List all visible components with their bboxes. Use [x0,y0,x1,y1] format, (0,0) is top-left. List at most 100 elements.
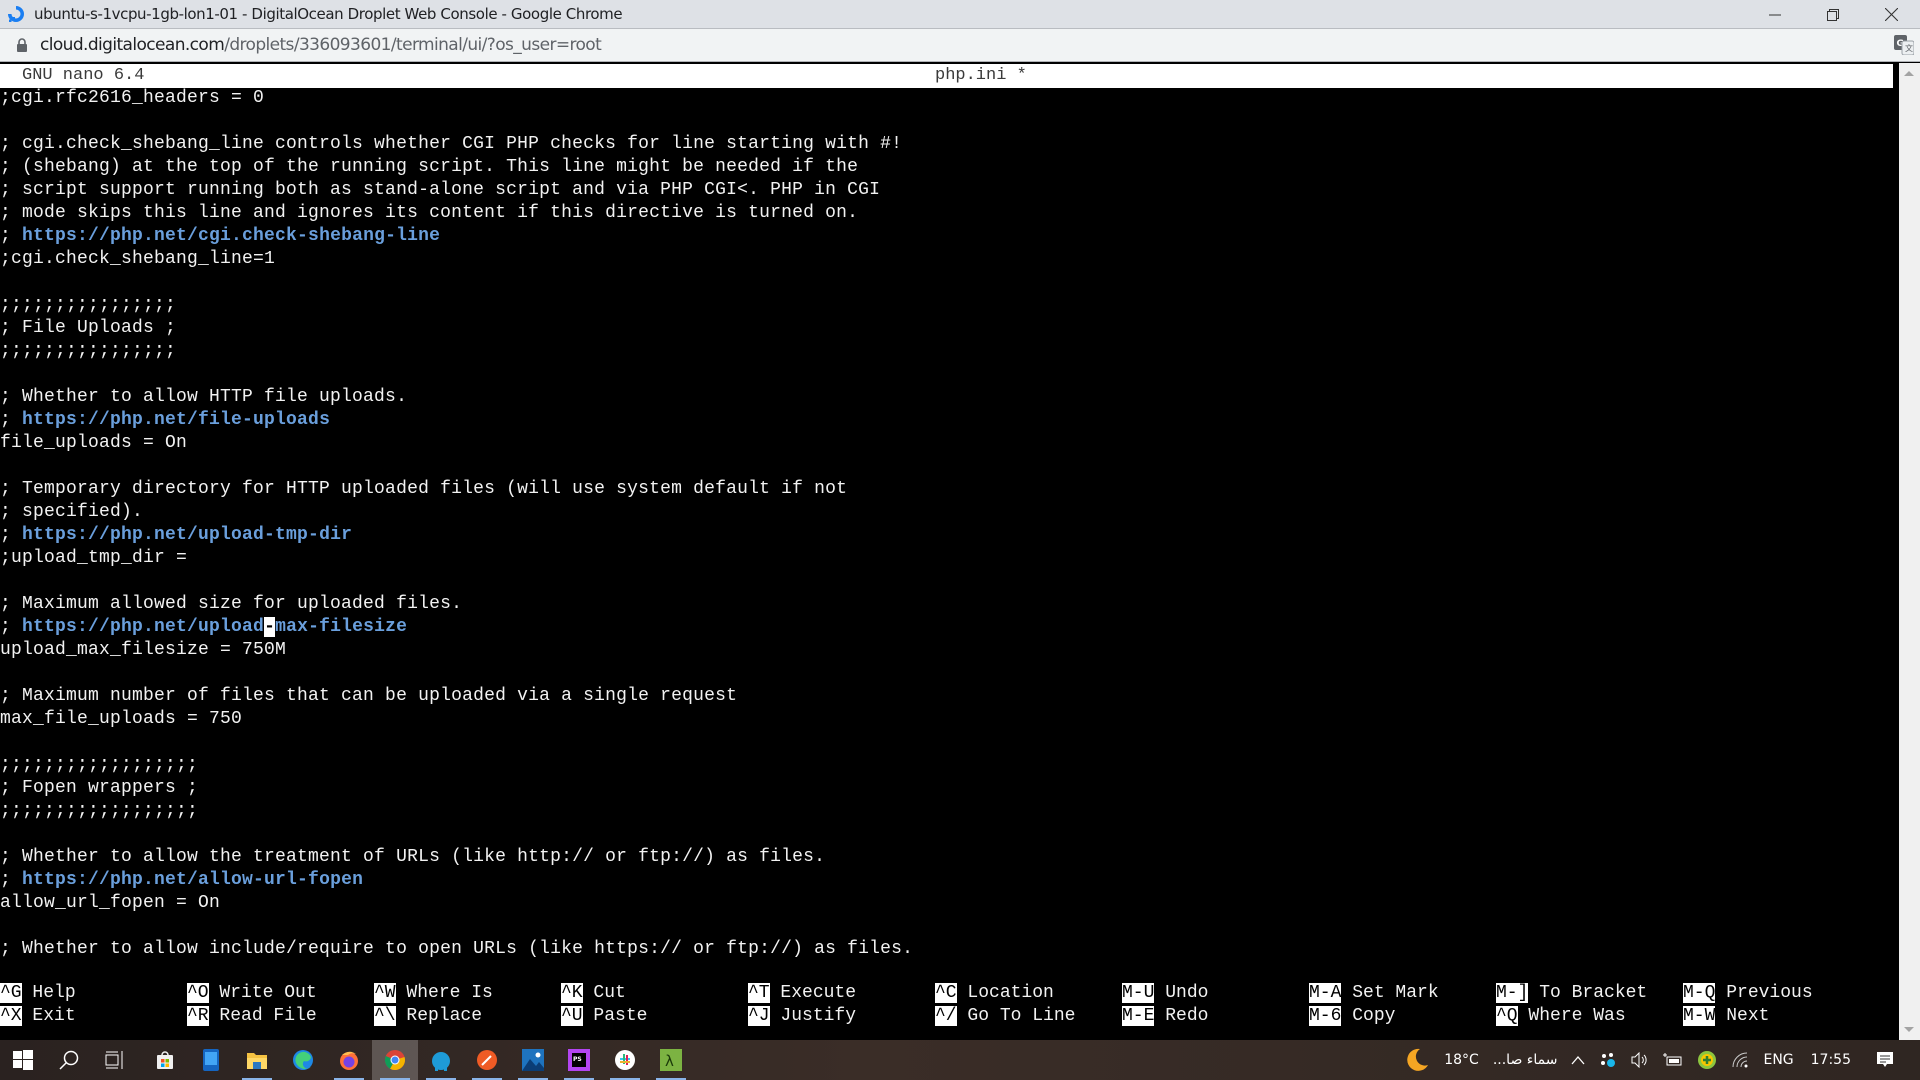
buffer-line[interactable]: ; Whether to allow HTTP file uploads. [0,386,1893,409]
doc-link[interactable]: https://php.net/upload-max-filesize [22,617,407,637]
buffer-line[interactable]: allow_url_fopen = On [0,892,1893,915]
buffer-line[interactable]: ; File Uploads ; [0,317,1893,340]
translate-icon[interactable]: G文 [1894,35,1915,56]
notification-center-icon[interactable] [1876,1051,1894,1069]
buffer-line[interactable]: ; Whether to allow include/require to op… [0,938,1893,961]
shortcut-item[interactable]: ^Q Where Was [1496,1005,1626,1028]
editor-buffer[interactable]: ;cgi.rfc2616_headers = 0 ; cgi.check_sheb… [0,87,1893,961]
shortcut-item[interactable]: ^X Exit [0,1005,76,1028]
close-button[interactable] [1862,0,1920,29]
buffer-line[interactable]: ;;;;;;;;;;;;;;;;;; [0,754,1893,777]
scroll-down-arrow-icon[interactable] [1904,1027,1914,1032]
buffer-line[interactable] [0,662,1893,685]
buffer-line[interactable]: ; Temporary directory for HTTP uploaded … [0,478,1893,501]
file-explorer-icon[interactable] [234,1040,280,1080]
scroll-up-arrow-icon[interactable] [1904,71,1914,76]
buffer-line[interactable] [0,731,1893,754]
tablet-app-icon[interactable] [188,1040,234,1080]
edge-icon[interactable] [280,1040,326,1080]
update-agent-icon[interactable] [1697,1050,1717,1070]
slack-icon[interactable] [602,1040,648,1080]
shortcut-item[interactable]: M-] To Bracket [1496,982,1647,1005]
weather-moon-icon[interactable] [1404,1047,1430,1073]
lambda-app-icon[interactable]: λ [648,1040,694,1080]
buffer-line[interactable]: ; https://php.net/cgi.check-shebang-line [0,225,1893,248]
buffer-line[interactable]: ;;;;;;;;;;;;;;;;;; [0,800,1893,823]
buffer-line[interactable]: ; Whether to allow the treatment of URLs… [0,846,1893,869]
mysql-workbench-icon[interactable] [418,1040,464,1080]
buffer-line[interactable]: ;;;;;;;;;;;;;;;; [0,340,1893,363]
shortcut-item[interactable]: ^W Where Is [374,982,493,1005]
vertical-scrollbar[interactable] [1899,63,1920,1040]
buffer-line[interactable]: ;cgi.rfc2616_headers = 0 [0,87,1893,110]
buffer-line[interactable] [0,455,1893,478]
task-view-icon[interactable] [92,1040,138,1080]
doc-link[interactable]: https://php.net/upload-tmp-dir [22,525,352,545]
doc-link[interactable]: https://php.net/allow-url-fopen [22,870,363,890]
lock-icon[interactable] [16,38,28,52]
buffer-line[interactable]: upload_max_filesize = 750M [0,639,1893,662]
language-indicator[interactable]: ENG [1763,1052,1793,1068]
buffer-line[interactable] [0,915,1893,938]
buffer-line[interactable]: ; cgi.check_shebang_line controls whethe… [0,133,1893,156]
restore-button[interactable] [1804,0,1862,29]
microsoft-store-icon[interactable] [142,1040,188,1080]
buffer-line[interactable]: ; (shebang) at the top of the running sc… [0,156,1893,179]
show-hidden-icons-chevron-icon[interactable] [1571,1055,1585,1065]
photos-icon[interactable] [510,1040,556,1080]
phpstorm-icon[interactable]: PS [556,1040,602,1080]
shortcut-item[interactable]: M-A Set Mark [1309,982,1439,1005]
shortcut-item[interactable]: ^J Justify [748,1005,856,1028]
buffer-line[interactable] [0,570,1893,593]
search-icon[interactable] [46,1040,92,1080]
buffer-line[interactable]: ; Maximum allowed size for uploaded file… [0,593,1893,616]
clock[interactable]: 17:55 [1811,1052,1851,1068]
shortcut-item[interactable]: M-E Redo [1122,1005,1208,1028]
shortcut-item[interactable]: M-Q Previous [1683,982,1813,1005]
buffer-line[interactable]: ; mode skips this line and ignores its c… [0,202,1893,225]
buffer-line[interactable]: ;upload_tmp_dir = [0,547,1893,570]
shortcut-item[interactable]: M-U Undo [1122,982,1208,1005]
postman-icon[interactable] [464,1040,510,1080]
buffer-line[interactable]: max_file_uploads = 750 [0,708,1893,731]
shortcut-item[interactable]: ^U Paste [561,1005,647,1028]
terminal[interactable]: GNU nano 6.4 php.ini * ;cgi.rfc2616_head… [0,63,1899,1040]
buffer-line[interactable]: ;cgi.check_shebang_line=1 [0,248,1893,271]
firefox-icon[interactable] [326,1040,372,1080]
buffer-line[interactable] [0,363,1893,386]
buffer-line[interactable]: ; https://php.net/upload-max-filesize [0,616,1893,639]
shortcut-item[interactable]: ^C Location [935,982,1054,1005]
shortcut-item[interactable]: ^R Read File [187,1005,317,1028]
address-bar[interactable]: cloud.digitalocean.com/droplets/33609360… [0,29,1920,62]
shortcut-item[interactable]: ^K Cut [561,982,626,1005]
buffer-line[interactable]: ; Fopen wrappers ; [0,777,1893,800]
shortcut-item[interactable]: ^\ Replace [374,1005,482,1028]
shortcut-item[interactable]: ^T Execute [748,982,856,1005]
buffer-line[interactable]: ; https://php.net/allow-url-fopen [0,869,1893,892]
buffer-line[interactable]: ; Maximum number of files that can be up… [0,685,1893,708]
battery-icon[interactable] [1663,1053,1683,1067]
doc-link[interactable]: https://php.net/file-uploads [22,410,330,430]
url-text[interactable]: cloud.digitalocean.com/droplets/33609360… [40,35,602,55]
shortcut-item[interactable]: ^O Write Out [187,982,317,1005]
shortcut-item[interactable]: ^/ Go To Line [935,1005,1075,1028]
buffer-line[interactable]: ;;;;;;;;;;;;;;;; [0,294,1893,317]
weather-description[interactable]: سماء صا... [1493,1052,1558,1068]
wifi-icon[interactable] [1731,1052,1749,1068]
slack-tray-icon[interactable] [1599,1051,1617,1069]
volume-icon[interactable] [1631,1052,1649,1068]
buffer-line[interactable]: ; https://php.net/file-uploads [0,409,1893,432]
shortcut-item[interactable]: M-6 Copy [1309,1005,1395,1028]
buffer-line[interactable]: ; https://php.net/upload-tmp-dir [0,524,1893,547]
buffer-line[interactable]: file_uploads = On [0,432,1893,455]
chrome-icon[interactable] [372,1040,418,1080]
buffer-line[interactable] [0,110,1893,133]
start-icon[interactable] [0,1040,46,1080]
buffer-line[interactable]: ; script support running both as stand-a… [0,179,1893,202]
buffer-line[interactable] [0,823,1893,846]
doc-link[interactable]: https://php.net/cgi.check-shebang-line [22,226,440,246]
buffer-line[interactable] [0,271,1893,294]
weather-temperature[interactable]: 18°C [1444,1052,1479,1068]
shortcut-item[interactable]: M-W Next [1683,1005,1769,1028]
minimize-button[interactable] [1746,0,1804,29]
